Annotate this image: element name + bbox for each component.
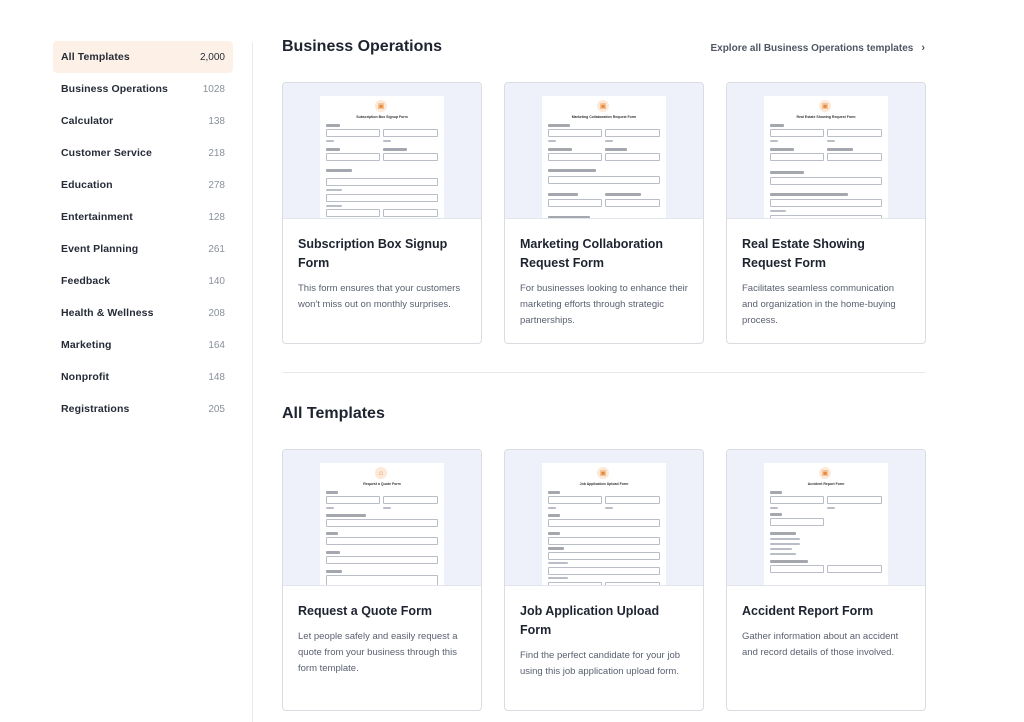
sidebar-item-label: Marketing [61,339,112,351]
sidebar-item-label: Health & Wellness [61,307,154,319]
sidebar-item-registrations[interactable]: Registrations 205 [53,393,233,425]
preview-title: Real Estate Showing Request Form [796,115,856,119]
template-preview: ▣ Accident Report Form [727,450,925,586]
template-card[interactable]: ⌂ Request a Quote Form Request a Quote F… [282,449,482,711]
sidebar-item-label: Entertainment [61,211,133,223]
template-description: Gather information about an accident and… [742,631,899,658]
template-card-body: Marketing Collaboration Request Form For… [505,219,703,343]
preview-title: Subscription Box Signup Form [356,115,408,119]
template-description: This form ensures that your customers wo… [298,283,461,310]
sidebar-item-count: 128 [208,211,225,223]
sidebar-item-education[interactable]: Education 278 [53,169,233,201]
sidebar-item-count: 278 [208,179,225,191]
preview-title: Accident Report Form [807,482,845,486]
section-divider [282,372,925,373]
sidebar-item-count: 1028 [202,83,225,95]
form-preview-sheet: ▣ Real Estate Showing Request Form [764,96,888,218]
template-title: Request a Quote Form [298,604,433,618]
business-operations-grid: ▣ Subscription Box Signup Form Subscript… [282,82,926,344]
preview-title: Job Application Upload Form [579,482,629,486]
logo-icon: ▣ [375,100,387,112]
sidebar-item-health-wellness[interactable]: Health & Wellness 208 [53,297,233,329]
template-description: Let people safely and easily request a q… [298,631,458,674]
sidebar-item-label: Registrations [61,403,130,415]
logo-icon: ▣ [597,100,609,112]
template-card-body: Real Estate Showing Request Form Facilit… [727,219,925,343]
sidebar-item-count: 261 [208,243,225,255]
sidebar-item-label: Nonprofit [61,371,110,383]
template-preview: ▣ Subscription Box Signup Form [283,83,481,219]
logo-icon: ▣ [597,467,609,479]
house-icon: ⌂ [375,467,387,479]
sidebar-divider [252,42,253,722]
section-title-business-operations: Business Operations [282,38,443,55]
sidebar-item-marketing[interactable]: Marketing 164 [53,329,233,361]
sidebar-item-label: All Templates [61,51,130,63]
template-preview: ▣ Marketing Collaboration Request Form [505,83,703,219]
template-title: Marketing Collaboration Request Form [520,237,664,270]
chevron-right-icon: › [921,42,925,54]
sidebar-item-count: 164 [208,339,225,351]
template-card-body: Request a Quote Form Let people safely a… [283,586,481,691]
sidebar-item-event-planning[interactable]: Event Planning 261 [53,233,233,265]
template-card[interactable]: ▣ Real Estate Showing Request Form Real … [726,82,926,344]
logo-icon: ▣ [819,467,831,479]
logo-icon: ▣ [819,100,831,112]
sidebar-item-count: 208 [208,307,225,319]
sidebar-item-feedback[interactable]: Feedback 140 [53,265,233,297]
form-preview-sheet: ▣ Subscription Box Signup Form [320,96,444,218]
sidebar-item-business-operations[interactable]: Business Operations 1028 [53,73,233,105]
sidebar-item-count: 140 [208,275,225,287]
form-preview-sheet: ▣ Job Application Upload Form [542,463,666,585]
template-title: Accident Report Form [742,604,874,618]
preview-title: Request a Quote Form [363,482,401,486]
template-card[interactable]: ▣ Job Application Upload Form Job Applic… [504,449,704,711]
sidebar-item-count: 218 [208,147,225,159]
template-preview: ⌂ Request a Quote Form [283,450,481,586]
template-preview: ▣ Job Application Upload Form [505,450,703,586]
category-sidebar: All Templates 2,000 Business Operations … [53,41,233,425]
template-card-body: Subscription Box Signup Form This form e… [283,219,481,327]
sidebar-item-count: 2,000 [199,51,225,63]
template-card-body: Accident Report Form Gather information … [727,586,925,675]
template-description: Facilitates seamless communication and o… [742,283,896,326]
sidebar-item-calculator[interactable]: Calculator 138 [53,105,233,137]
sidebar-item-count: 148 [208,371,225,383]
sidebar-item-count: 138 [208,115,225,127]
sidebar-item-label: Education [61,179,113,191]
sidebar-item-label: Customer Service [61,147,152,159]
template-preview: ▣ Real Estate Showing Request Form [727,83,925,219]
form-preview-sheet: ▣ Accident Report Form [764,463,888,585]
sidebar-item-label: Calculator [61,115,114,127]
preview-title: Marketing Collaboration Request Form [571,115,637,119]
sidebar-item-all-templates[interactable]: All Templates 2,000 [53,41,233,73]
template-card[interactable]: ▣ Marketing Collaboration Request Form M… [504,82,704,344]
sidebar-item-nonprofit[interactable]: Nonprofit 148 [53,361,233,393]
explore-link-label: Explore all Business Operations template… [710,42,914,54]
explore-business-operations-link[interactable]: Explore all Business Operations template… [710,42,925,54]
template-description: Find the perfect candidate for your job … [520,650,681,677]
form-preview-sheet: ▣ Marketing Collaboration Request Form [542,96,666,218]
template-card[interactable]: ▣ Accident Report Form Accident Report F… [726,449,926,711]
template-card-body: Job Application Upload Form Find the per… [505,586,703,694]
section-title-all-templates: All Templates [282,405,385,422]
all-templates-grid: ⌂ Request a Quote Form Request a Quote F… [282,449,926,711]
sidebar-item-entertainment[interactable]: Entertainment 128 [53,201,233,233]
sidebar-item-label: Business Operations [61,83,168,95]
template-title: Subscription Box Signup Form [298,237,448,270]
template-title: Job Application Upload Form [520,604,660,637]
template-description: For businesses looking to enhance their … [520,283,688,326]
form-preview-sheet: ⌂ Request a Quote Form [320,463,444,585]
sidebar-item-customer-service[interactable]: Customer Service 218 [53,137,233,169]
sidebar-item-count: 205 [208,403,225,415]
sidebar-item-label: Feedback [61,275,111,287]
sidebar-item-label: Event Planning [61,243,139,255]
template-title: Real Estate Showing Request Form [742,237,865,270]
template-card[interactable]: ▣ Subscription Box Signup Form Subscript… [282,82,482,344]
